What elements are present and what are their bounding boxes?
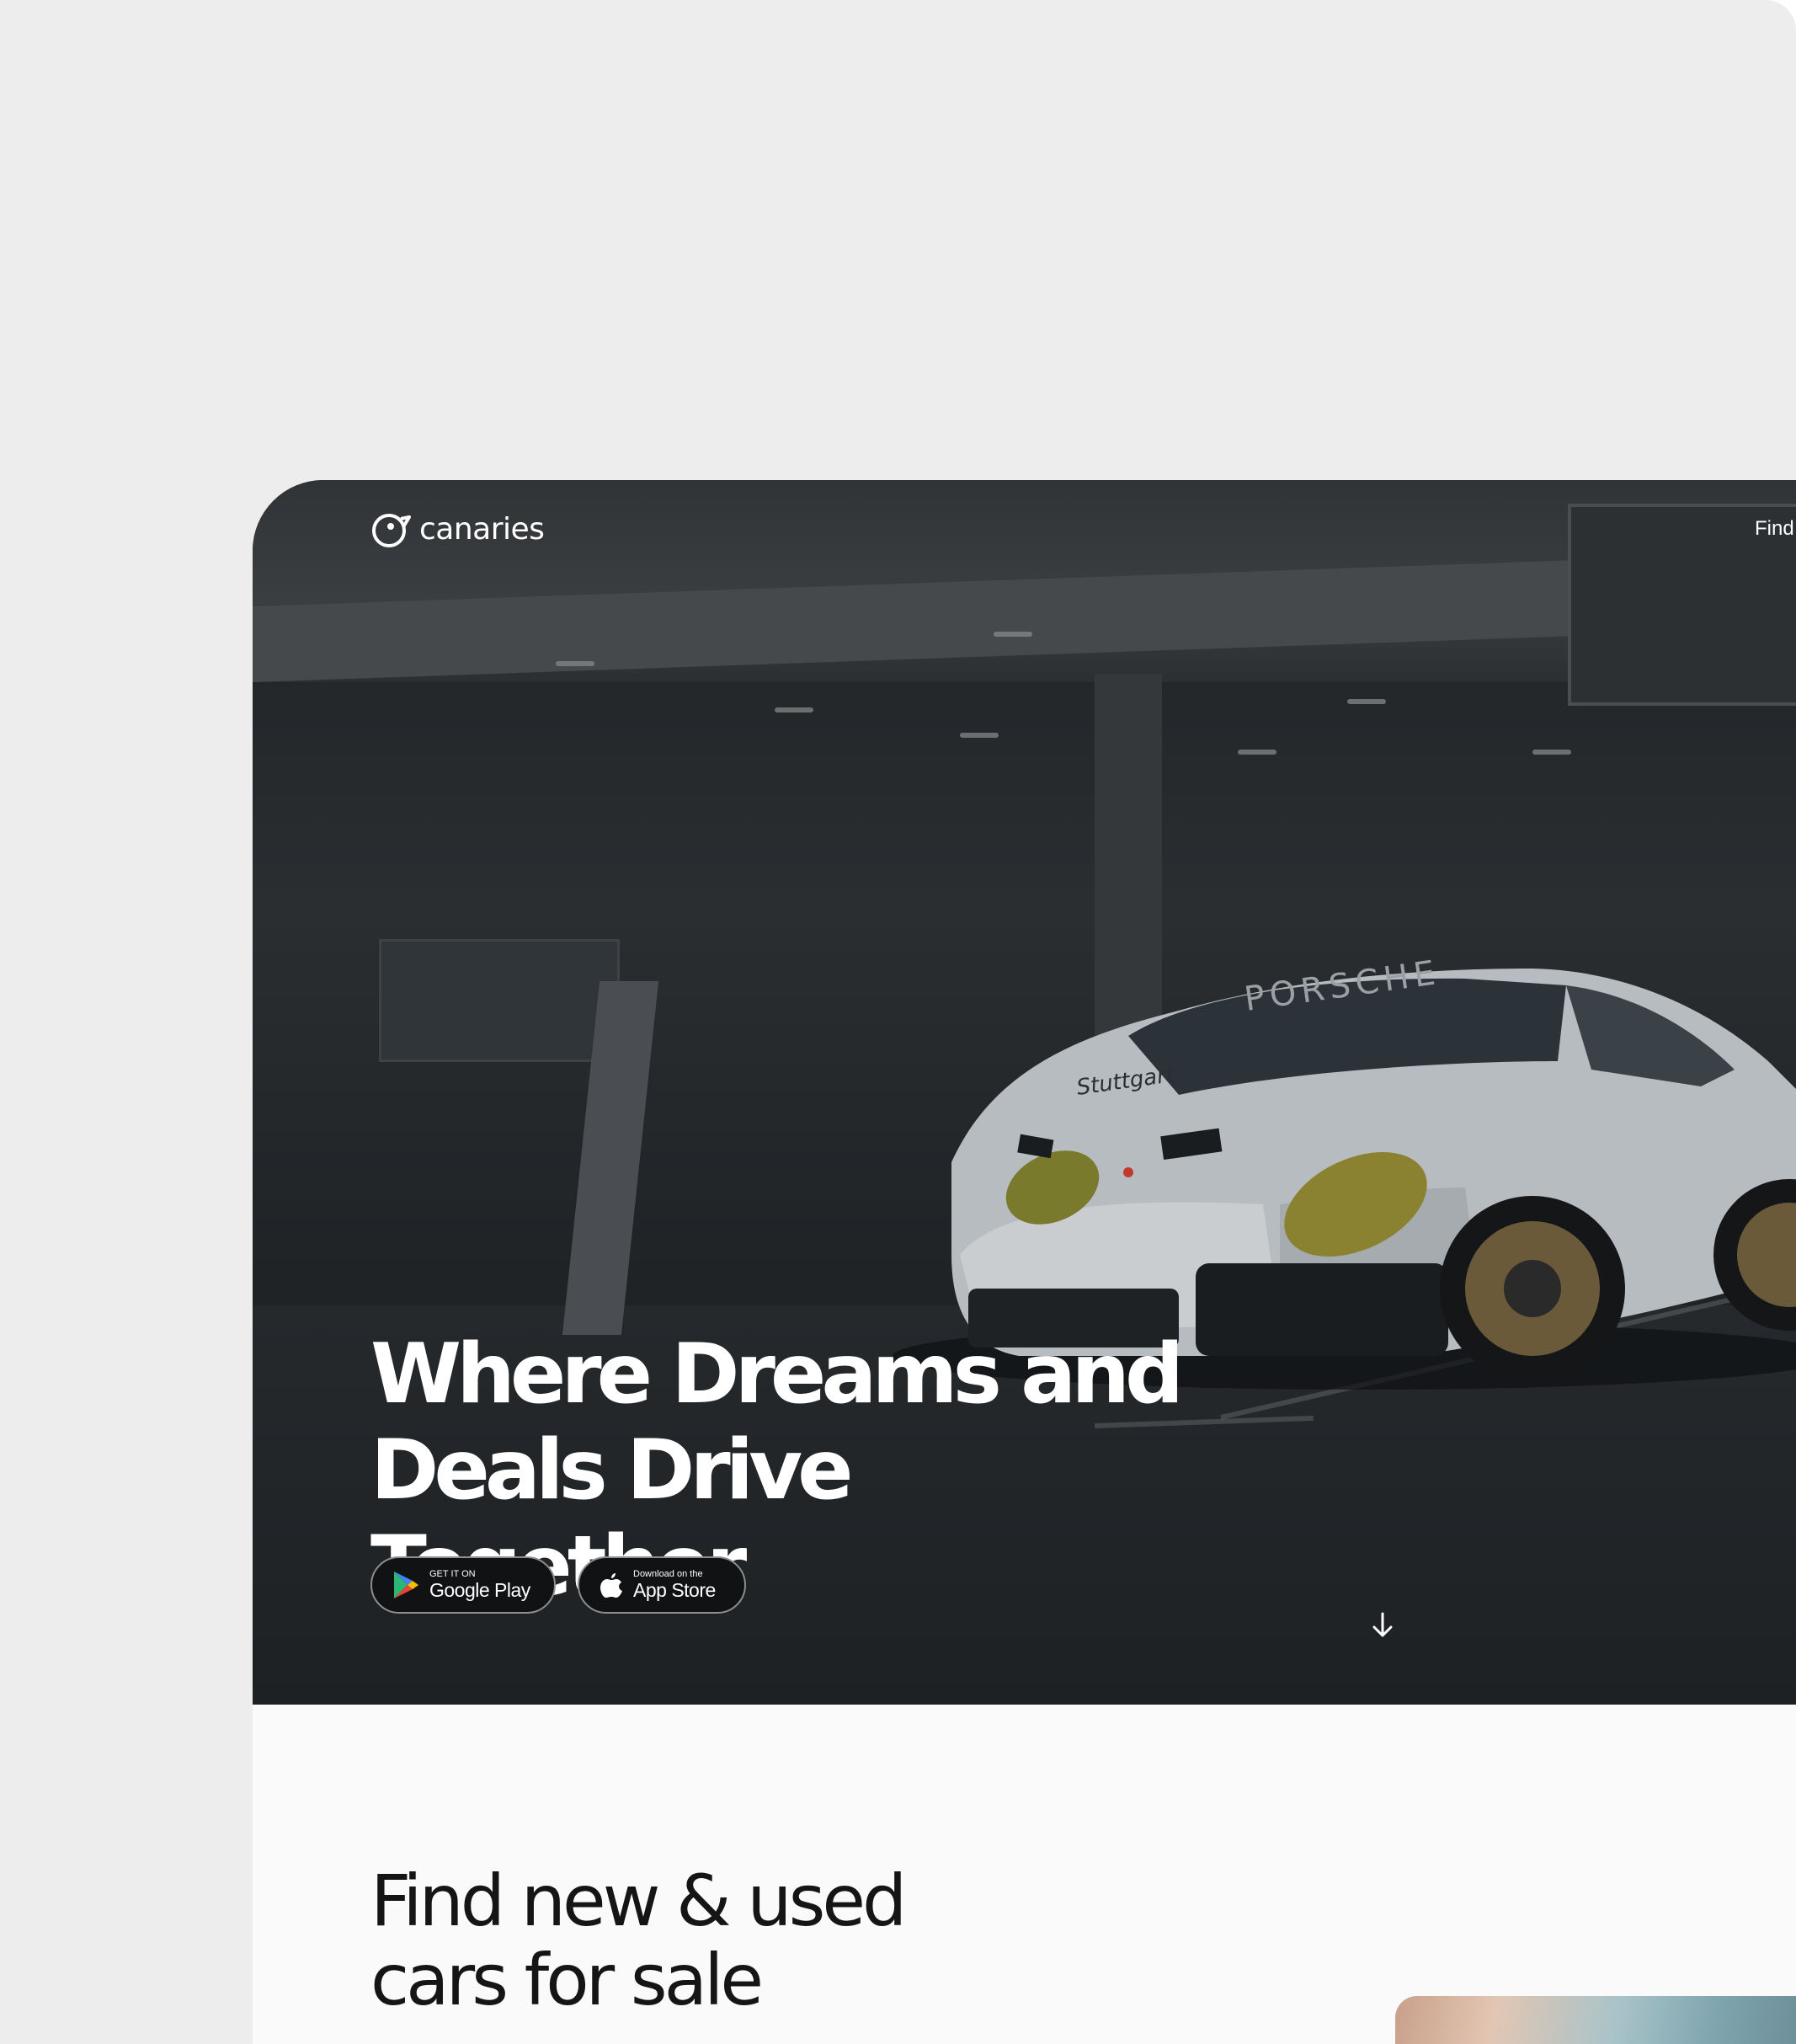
ceiling-lamp [960,733,999,738]
brand-logo[interactable]: canaries [370,509,545,549]
google-play-small: GET IT ON [429,1569,476,1579]
google-play-icon [394,1572,418,1598]
app-store-button[interactable]: Download on the App Store [578,1556,746,1614]
apple-icon [600,1573,622,1598]
ceiling-lamp [1347,699,1386,704]
nav-link-find[interactable]: Find y [1755,517,1796,541]
ceiling-lamp [1532,750,1571,755]
brand-name: canaries [419,511,545,547]
app-store-text: Download on the App Store [633,1569,716,1601]
section-title: Find new & used cars for sale [370,1860,907,2021]
website-page: PORSCHE Stuttgart canaries Find y Where … [253,480,1796,2044]
google-play-button[interactable]: GET IT ON Google Play [370,1556,556,1614]
google-play-label: Google Play [429,1579,530,1601]
browser-frame: PORSCHE Stuttgart canaries Find y Where … [0,0,1796,2044]
car-listing-thumbnail[interactable] [1395,1996,1796,2044]
ceiling-lamp [994,632,1032,637]
showroom-screen [379,939,620,1062]
app-store-small: Download on the [633,1569,703,1579]
ceiling-lamp [556,661,594,666]
google-play-text: GET IT ON Google Play [429,1569,530,1601]
ceiling-lamp [1238,750,1276,755]
hero-section: PORSCHE Stuttgart canaries Find y Where … [253,480,1796,1705]
canaries-logo-icon [372,514,411,547]
arrow-down-icon[interactable] [1371,1610,1394,1639]
car-image: PORSCHE Stuttgart [893,953,1796,1390]
ceiling-lamp [775,707,813,712]
app-store-label: App Store [633,1579,716,1601]
